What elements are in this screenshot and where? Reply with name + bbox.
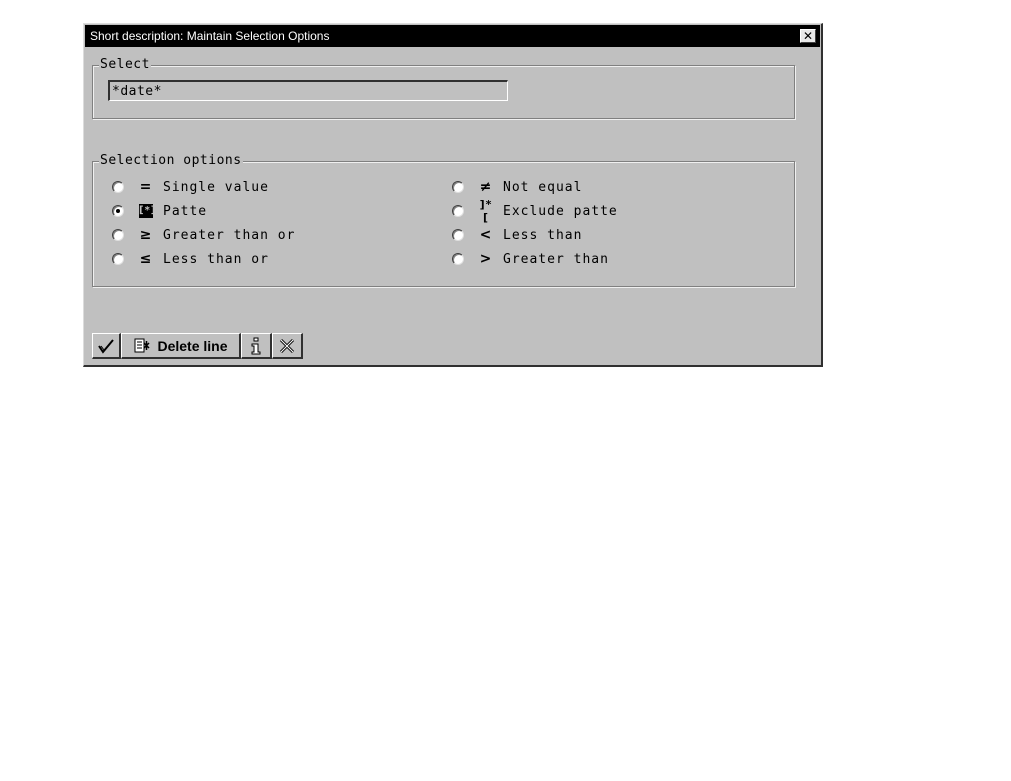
selection-options-title: Selection options: [99, 153, 243, 169]
not-equal-icon: ≠: [479, 179, 493, 195]
radio-greater-equal[interactable]: [112, 229, 124, 241]
option-pattern[interactable]: [*] Patte: [112, 201, 207, 221]
option-label: Greater than: [503, 251, 609, 267]
delete-line-button[interactable]: Delete line: [121, 333, 241, 359]
option-label: Less than or: [163, 251, 269, 267]
option-exclude-pattern[interactable]: ]*[ Exclude patte: [452, 198, 618, 224]
checkmark-icon: [98, 338, 114, 354]
option-less-than[interactable]: < Less than: [452, 225, 582, 245]
title-bar: Short description: Maintain Selection Op…: [85, 25, 820, 47]
option-greater-than[interactable]: > Greater than: [452, 249, 609, 269]
radio-single-value[interactable]: [112, 181, 124, 193]
exclude-pattern-icon: ]*[: [479, 198, 493, 224]
option-not-equal[interactable]: ≠ Not equal: [452, 177, 582, 197]
cancel-x-icon: [279, 338, 295, 353]
option-label: Single value: [163, 179, 269, 195]
option-label: Greater than or: [163, 227, 296, 243]
option-greater-equal[interactable]: ≥ Greater than or: [112, 225, 295, 245]
radio-less-equal[interactable]: [112, 253, 124, 265]
radio-less-than[interactable]: [452, 229, 464, 241]
option-single-value[interactable]: = Single value: [112, 177, 269, 197]
info-icon: [251, 337, 261, 354]
cancel-button[interactable]: [272, 333, 303, 359]
selection-options-group: Selection options = Single value [*] Pat…: [92, 153, 795, 287]
radio-greater-than[interactable]: [452, 253, 464, 265]
select-group: Select: [92, 57, 795, 119]
radio-pattern[interactable]: [112, 205, 124, 217]
execute-button[interactable]: [92, 333, 121, 359]
option-label: Less than: [503, 227, 583, 243]
delete-line-icon: [134, 338, 151, 352]
greater-than-icon: >: [479, 251, 493, 267]
option-label: Not equal: [503, 179, 583, 195]
selection-options-dialog: Short description: Maintain Selection Op…: [83, 23, 823, 367]
equals-icon: =: [139, 179, 153, 195]
button-toolbar: Delete line: [92, 333, 303, 359]
less-than-icon: <: [479, 227, 493, 243]
radio-exclude-pattern[interactable]: [452, 205, 464, 217]
radio-not-equal[interactable]: [452, 181, 464, 193]
pattern-icon: [*]: [139, 204, 157, 218]
option-label: Exclude patte: [503, 203, 618, 219]
delete-line-label: Delete line: [157, 337, 228, 354]
greater-equal-icon: ≥: [139, 227, 153, 243]
option-less-equal[interactable]: ≤ Less than or: [112, 249, 269, 269]
select-input[interactable]: [108, 80, 508, 101]
select-group-title: Select: [99, 57, 151, 73]
info-button[interactable]: [241, 333, 272, 359]
dialog-title: Short description: Maintain Selection Op…: [90, 29, 330, 43]
option-label: Patte: [163, 203, 208, 219]
less-equal-icon: ≤: [139, 251, 153, 267]
close-icon[interactable]: ✕: [800, 29, 816, 43]
